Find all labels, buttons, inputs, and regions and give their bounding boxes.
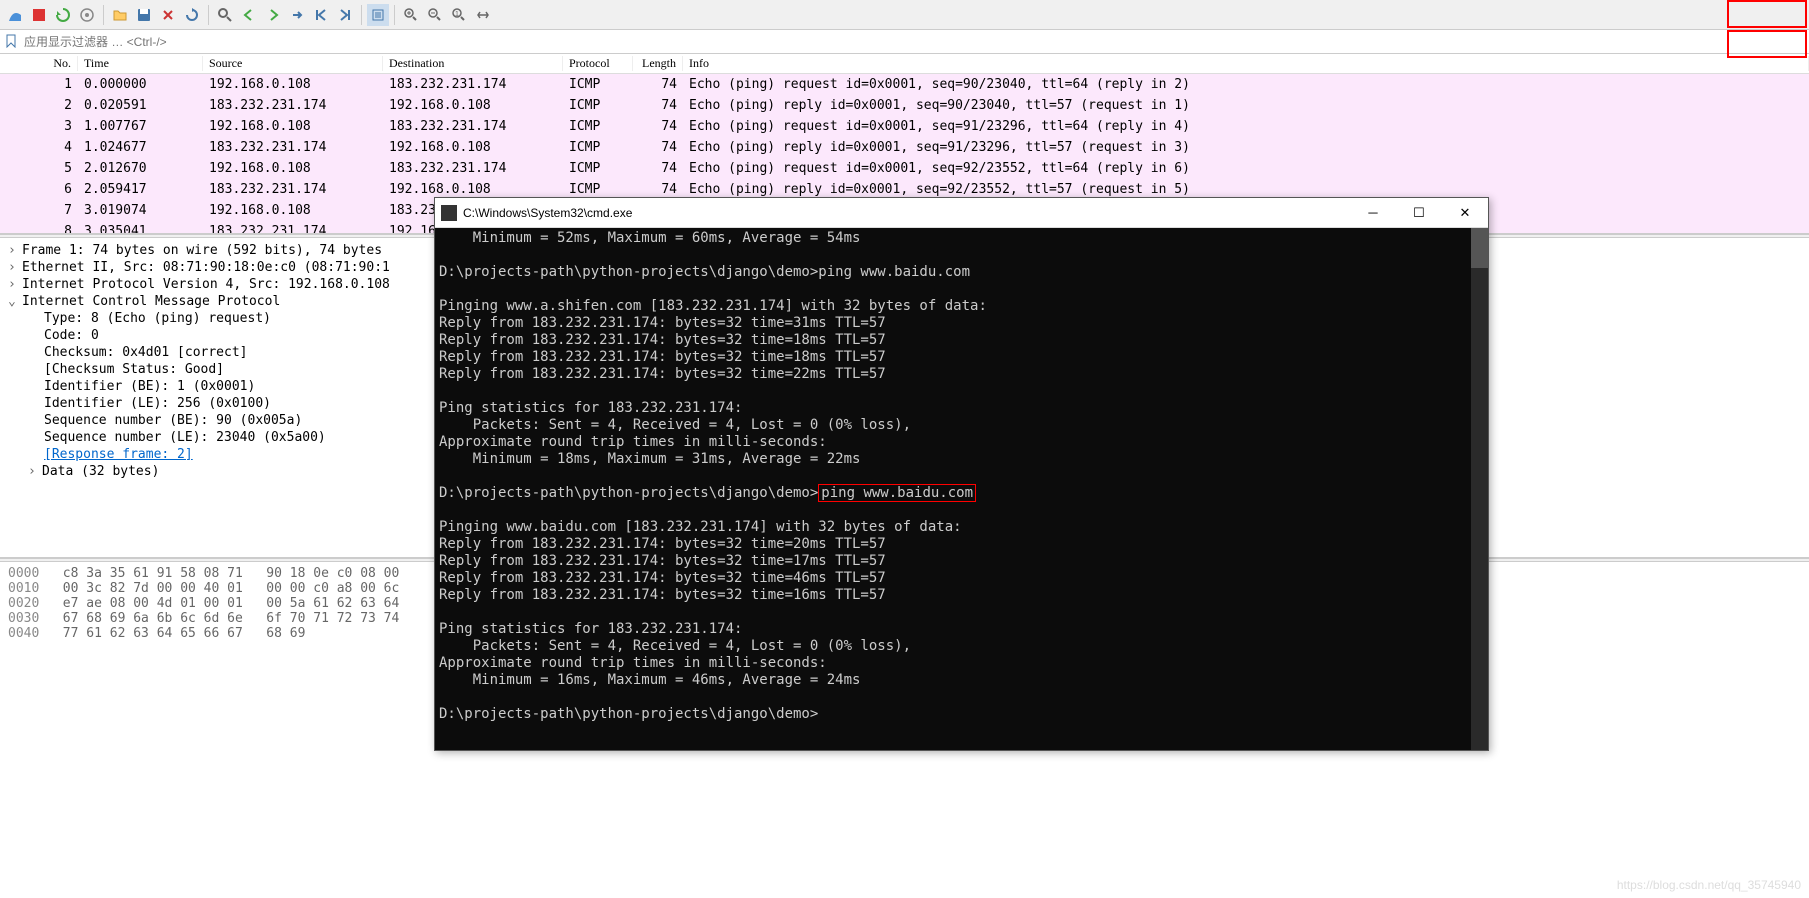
scrollbar-thumb[interactable] — [1471, 228, 1488, 268]
watermark: https://blog.csdn.net/qq_35745940 — [1617, 878, 1801, 892]
separator — [208, 5, 209, 25]
open-file-icon[interactable] — [109, 4, 131, 26]
display-filter-bar — [0, 30, 1809, 54]
display-filter-input[interactable] — [24, 35, 1805, 49]
annotation-box — [1727, 0, 1807, 28]
col-protocol[interactable]: Protocol — [563, 56, 633, 71]
save-file-icon[interactable] — [133, 4, 155, 26]
expand-icon[interactable]: › — [8, 277, 22, 292]
packet-row[interactable]: 10.000000192.168.0.108183.232.231.174ICM… — [0, 74, 1809, 95]
col-source[interactable]: Source — [203, 56, 383, 71]
main-toolbar: 1 — [0, 0, 1809, 30]
close-file-icon[interactable] — [157, 4, 179, 26]
shark-fin-icon[interactable] — [4, 4, 26, 26]
col-length[interactable]: Length — [633, 56, 683, 71]
zoom-reset-icon[interactable]: 1 — [448, 4, 470, 26]
expand-icon[interactable]: › — [8, 260, 22, 275]
cmd-title: C:\Windows\System32\cmd.exe — [463, 206, 1350, 220]
autoscroll-icon[interactable] — [367, 4, 389, 26]
go-forward-icon[interactable] — [262, 4, 284, 26]
resize-columns-icon[interactable] — [472, 4, 494, 26]
packet-row[interactable]: 20.020591183.232.231.174192.168.0.108ICM… — [0, 95, 1809, 116]
goto-last-icon[interactable] — [334, 4, 356, 26]
restart-capture-icon[interactable] — [52, 4, 74, 26]
col-no[interactable]: No. — [0, 56, 78, 71]
expand-icon[interactable]: › — [28, 464, 42, 479]
separator — [394, 5, 395, 25]
go-back-icon[interactable] — [238, 4, 260, 26]
packet-list-header: No. Time Source Destination Protocol Len… — [0, 54, 1809, 74]
stop-capture-icon[interactable] — [28, 4, 50, 26]
packet-row[interactable]: 31.007767192.168.0.108183.232.231.174ICM… — [0, 116, 1809, 137]
packet-row[interactable]: 52.012670192.168.0.108183.232.231.174ICM… — [0, 158, 1809, 179]
minimize-button[interactable]: ─ — [1350, 198, 1396, 228]
cmd-window[interactable]: C:\Windows\System32\cmd.exe ─ ☐ ✕ Minimu… — [434, 197, 1489, 751]
cmd-scrollbar[interactable] — [1471, 228, 1488, 750]
col-destination[interactable]: Destination — [383, 56, 563, 71]
packet-row[interactable]: 41.024677183.232.231.174192.168.0.108ICM… — [0, 137, 1809, 158]
annotation-box — [1727, 30, 1807, 58]
reload-icon[interactable] — [181, 4, 203, 26]
capture-options-icon[interactable] — [76, 4, 98, 26]
maximize-button[interactable]: ☐ — [1396, 198, 1442, 228]
cmd-titlebar[interactable]: C:\Windows\System32\cmd.exe ─ ☐ ✕ — [435, 198, 1488, 228]
zoom-in-icon[interactable] — [400, 4, 422, 26]
find-icon[interactable] — [214, 4, 236, 26]
svg-text:1: 1 — [455, 11, 459, 18]
cmd-icon — [441, 205, 457, 221]
col-time[interactable]: Time — [78, 56, 203, 71]
zoom-out-icon[interactable] — [424, 4, 446, 26]
collapse-icon[interactable]: ⌄ — [8, 294, 22, 309]
cmd-output[interactable]: Minimum = 52ms, Maximum = 60ms, Average … — [435, 228, 1488, 750]
expand-icon[interactable]: › — [8, 243, 22, 258]
separator — [361, 5, 362, 25]
separator — [103, 5, 104, 25]
goto-first-icon[interactable] — [310, 4, 332, 26]
bookmark-icon[interactable] — [4, 34, 20, 50]
close-button[interactable]: ✕ — [1442, 198, 1488, 228]
goto-packet-icon[interactable] — [286, 4, 308, 26]
col-info[interactable]: Info — [683, 56, 1809, 71]
